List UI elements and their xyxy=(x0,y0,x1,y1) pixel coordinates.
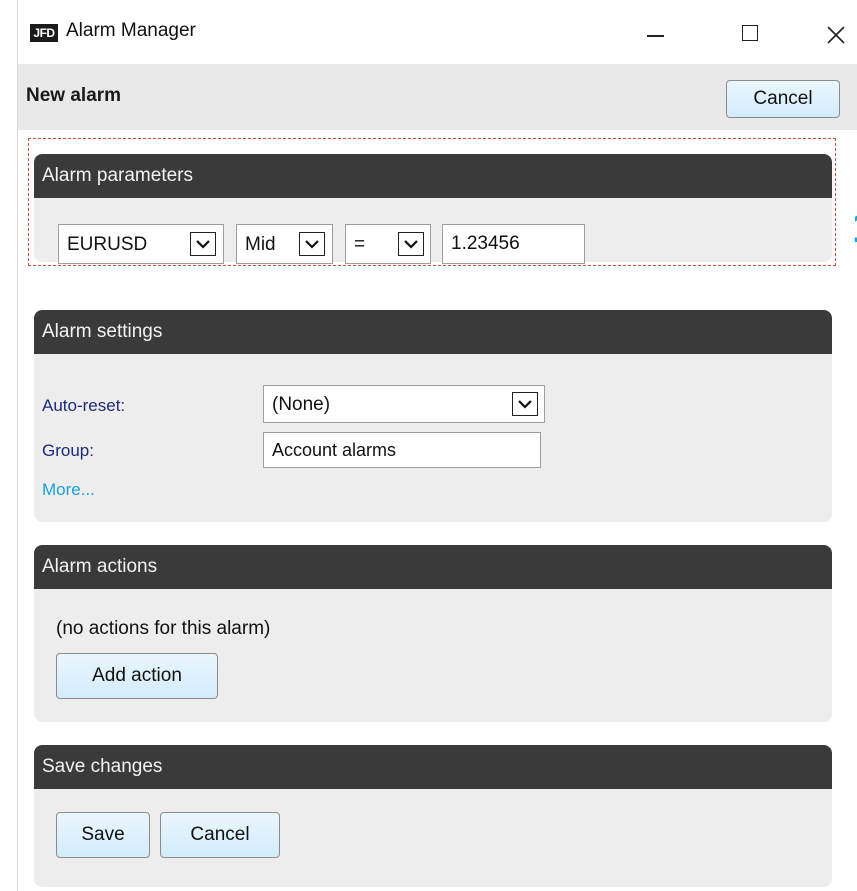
operator-select[interactable]: = xyxy=(345,224,431,264)
alarm-manager-window: JFD Alarm Manager New alarm Cancel Alarm… xyxy=(17,0,857,891)
operator-value: = xyxy=(354,234,366,255)
symbol-value: EURUSD xyxy=(67,234,148,255)
chevron-down-icon xyxy=(512,392,538,416)
footer-cancel-button[interactable]: Cancel xyxy=(160,812,280,858)
alarm-actions-heading: Alarm actions xyxy=(34,545,832,589)
group-label: Group: xyxy=(42,441,94,460)
alarm-settings-heading: Alarm settings xyxy=(34,310,832,354)
auto-reset-select[interactable]: (None) xyxy=(263,385,545,423)
save-changes-panel: Save changes xyxy=(34,745,832,887)
save-changes-heading: Save changes xyxy=(34,745,832,789)
no-actions-text: (no actions for this alarm) xyxy=(56,618,271,639)
app-logo-icon: JFD xyxy=(30,24,58,42)
add-action-button[interactable]: Add action xyxy=(56,653,218,699)
alarm-parameters-heading: Alarm parameters xyxy=(34,154,832,198)
chevron-down-icon xyxy=(190,232,216,256)
chevron-down-icon xyxy=(299,232,325,256)
save-button[interactable]: Save xyxy=(56,812,150,858)
callout-number: 1 xyxy=(852,206,857,250)
title-bar: JFD Alarm Manager xyxy=(18,0,857,64)
threshold-value-input[interactable] xyxy=(442,224,585,264)
header-cancel-button[interactable]: Cancel xyxy=(726,80,840,118)
window-title: Alarm Manager xyxy=(66,20,196,41)
maximize-icon[interactable] xyxy=(730,14,770,54)
page-title: New alarm xyxy=(26,85,122,106)
auto-reset-value: (None) xyxy=(272,394,331,415)
close-icon[interactable] xyxy=(816,14,856,54)
group-input[interactable] xyxy=(263,432,541,468)
auto-reset-label: Auto-reset: xyxy=(42,396,126,415)
price-type-value: Mid xyxy=(245,234,276,255)
minimize-icon[interactable] xyxy=(636,14,676,54)
symbol-select[interactable]: EURUSD xyxy=(58,224,224,264)
price-type-select[interactable]: Mid xyxy=(236,224,333,264)
chevron-down-icon xyxy=(398,232,424,256)
more-link[interactable]: More... xyxy=(42,480,95,500)
